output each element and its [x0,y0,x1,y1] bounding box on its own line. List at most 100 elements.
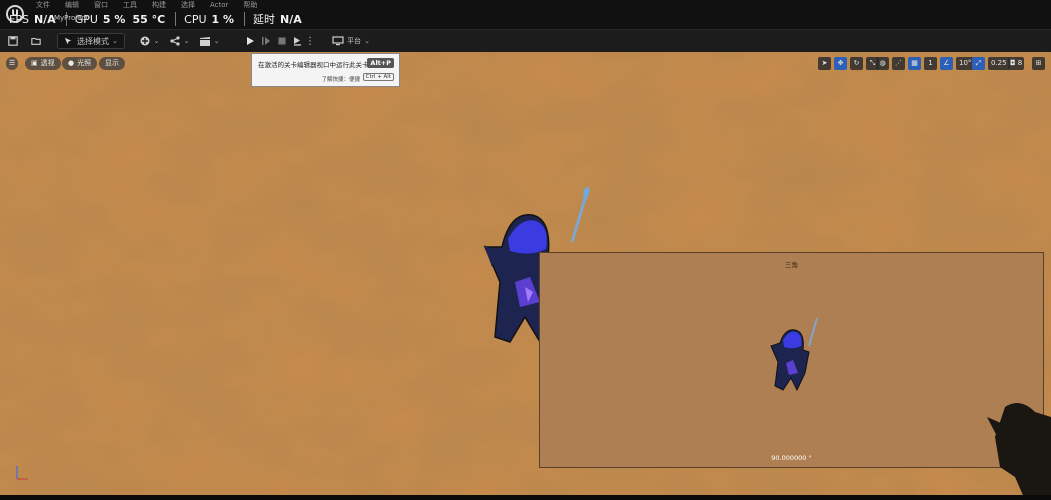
lit-label: 光照 [77,59,92,67]
world-space-button[interactable]: ◍ [876,57,889,70]
camera-speed-button[interactable]: ◘ 8 [1008,57,1025,70]
chevron-down-icon: ⌄ [364,37,370,45]
level-viewport[interactable]: ☰ ▣ 透视 ● 光照 显示 ➤ ✥ ↻ ⤡ ◍ ⋰ ▦ 1 ∠ 10° ⤢ 0… [0,52,1051,500]
folder-icon [31,37,41,45]
play-options-button[interactable]: ⋮ [305,33,315,49]
show-button[interactable]: 显示 [99,57,125,70]
rotation-snap-toggle[interactable]: ∠ [940,57,953,70]
select-tool-button[interactable]: ➤ [818,57,831,70]
world-local-toggle: ◍ [876,57,889,70]
grid-snap-group: ▦ 1 [908,57,937,70]
lit-sphere-icon: ● [68,59,75,67]
stats-divider [175,12,177,26]
camera-speed-value: 8 [1017,59,1023,67]
maximize-viewport-button[interactable]: ⊞ [1032,57,1045,70]
surface-snap: ⋰ [892,57,905,70]
menu-select[interactable]: 选择 [181,0,195,11]
menu-tools[interactable]: 工具 [123,0,137,11]
tooltip-description: 在激活的关卡编辑器视口中运行此关卡 [258,61,369,69]
rotation-snap-group: ∠ 10° [940,57,975,70]
stats-divider [244,12,246,26]
latency-value: N/A [280,12,302,26]
cinematics-button[interactable]: ⌄ [198,33,220,49]
save-button[interactable] [6,33,20,49]
shadow-character [987,403,1051,500]
main-toolbar: 选择模式 ⌄ ⌄ ⌄ ⌄ ⋮ 平台 ⌄ [0,29,1051,53]
selection-mode-label: 选择模式 [77,36,109,46]
camera-icon: ◘ [1010,59,1016,67]
cpu-value: 1 % [211,12,235,26]
fps-label: FPS [9,12,29,26]
surface-snap-icon: ⋰ [895,59,902,67]
menu-build[interactable]: 构建 [152,0,166,11]
title-bar: U 文件 编辑 窗口 工具 构建 选择 Actor 帮助 FPS N/A GPU… [0,0,1051,29]
more-vertical-icon: ⋮ [305,35,315,47]
fps-value: N/A [33,12,56,26]
platform-dropdown[interactable]: 平台 ⌄ [330,33,372,49]
cursor-icon: ➤ [821,59,828,67]
chevron-down-icon: ⌄ [112,37,118,45]
eject-button[interactable] [290,33,304,49]
move-icon: ✥ [837,59,844,67]
stop-button[interactable] [275,33,289,49]
globe-icon: ◍ [879,59,886,67]
cpu-label: CPU [184,12,207,26]
tooltip-hint: 了解快捷：便捷 [321,77,360,83]
add-actor-icon [140,36,150,46]
blueprint-button[interactable]: ⌄ [168,33,190,49]
scale-snap-toggle[interactable]: ⤢ [972,57,985,70]
preview-fov-value: 90.000000 ° [771,454,812,462]
platform-icon [332,36,344,46]
step-frame-button[interactable] [259,33,273,49]
selection-mode-dropdown[interactable]: 选择模式 ⌄ [57,33,125,49]
grid-snap-value[interactable]: 1 [924,57,937,70]
translate-tool-button[interactable]: ✥ [834,57,847,70]
scale-snap-icon: ⤢ [975,59,982,67]
lit-button[interactable]: ● 光照 [62,57,98,70]
angle-icon: ∠ [943,59,950,67]
surface-snap-button[interactable]: ⋰ [892,57,905,70]
menu-edit[interactable]: 编辑 [65,0,79,11]
preview-wizard-character [770,318,818,392]
grid-icon: ▦ [911,59,918,67]
menu-actor[interactable]: Actor [210,0,228,11]
eject-icon [294,37,301,46]
rotate-tool-button[interactable]: ↻ [850,57,863,70]
tooltip-shortcut: Alt+P [367,58,394,68]
main-menu: 文件 编辑 窗口 工具 构建 选择 Actor 帮助 [36,0,257,11]
menu-file[interactable]: 文件 [36,0,50,11]
clapperboard-icon [199,36,210,46]
camera-speed-group: ◘ 8 [1008,57,1025,70]
menu-window[interactable]: 窗口 [94,0,108,11]
blueprint-icon [169,36,180,46]
show-label: 显示 [105,59,119,67]
transform-tools: ➤ ✥ ↻ ⤡ [818,57,879,70]
cursor-icon [64,37,72,44]
perspective-button[interactable]: ▣ 透视 [25,57,61,70]
scale-icon: ⤡ [869,59,876,67]
scale-snap-group: ⤢ 0.25 [972,57,1010,70]
menu-help[interactable]: 帮助 [243,0,257,11]
preview-title: 三角 [785,261,798,269]
maximize-icon: ⊞ [1035,59,1042,67]
grid-snap-toggle[interactable]: ▦ [908,57,921,70]
gpu-temp: 55 °C [132,12,166,26]
hamburger-icon: ☰ [9,59,16,67]
latency-label: 延时 [253,13,276,26]
add-actor-button[interactable]: ⌄ [138,33,160,49]
stop-icon [278,37,286,45]
play-button[interactable] [243,33,257,49]
perspective-label: 透视 [40,59,55,67]
chevron-down-icon: ⌄ [183,37,190,45]
project-name: MyProject [54,14,89,22]
play-tooltip: 在激活的关卡编辑器视口中运行此关卡 Alt+P 了解快捷：便捷 Ctrl + A… [251,53,400,87]
bottom-bar [0,495,1051,500]
axis-gizmo [16,466,28,480]
chevron-down-icon: ⌄ [213,37,220,45]
cube-icon: ▣ [31,59,38,67]
gpu-value: 5 % [102,12,126,26]
content-browser-button[interactable] [28,33,44,49]
scale-snap-value[interactable]: 0.25 [988,57,1010,70]
maximize-group: ⊞ [1032,57,1045,70]
camera-preview[interactable]: 三角 90.000000 ° [539,252,1044,468]
